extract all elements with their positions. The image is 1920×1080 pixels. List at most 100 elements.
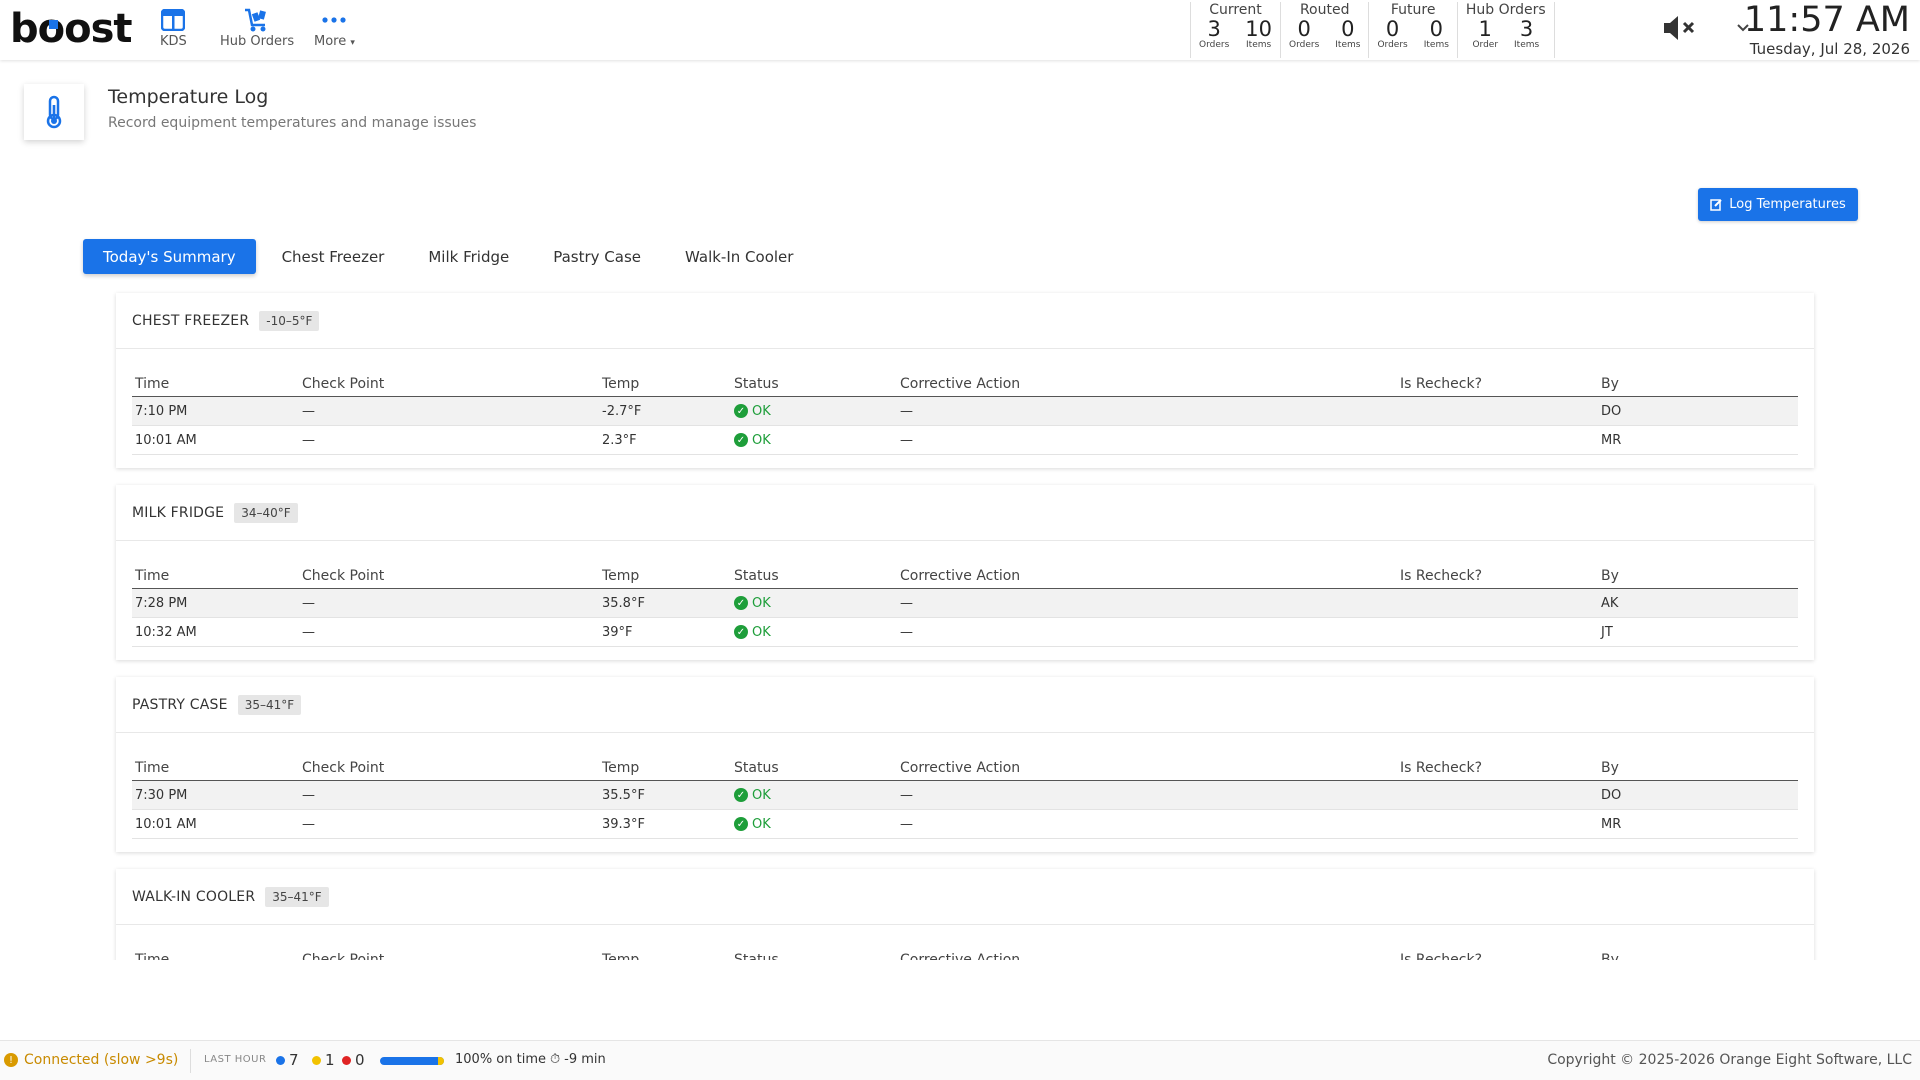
column-header: Corrective Action (900, 951, 1021, 961)
column-header: Time (135, 567, 170, 584)
nav-kds-label: KDS (160, 34, 187, 49)
thermometer-icon (46, 95, 62, 129)
cell-by: MR (1601, 432, 1622, 448)
stat-hub-orders[interactable]: Hub Orders 1 Order 3 Items (1456, 2, 1555, 58)
column-header: Corrective Action (900, 375, 1021, 392)
table-row[interactable]: 10:01 AM — 39.3°F ✓ OK — MR (132, 810, 1798, 839)
column-header: Status (734, 375, 779, 392)
count-value: 0 (355, 1051, 365, 1069)
column-header: Check Point (302, 759, 385, 776)
cell-by: DO (1601, 787, 1622, 803)
temperature-table: Time Check Point Temp Status Corrective … (132, 371, 1798, 455)
stat-value: 3 (1519, 17, 1534, 41)
cell-temp: 39°F (602, 624, 633, 640)
stat-routed[interactable]: Routed 0 Orders 0 Items (1280, 2, 1368, 58)
table-header: Time Check Point Temp Status Corrective … (132, 563, 1798, 589)
cell-by: AK (1601, 595, 1619, 611)
cell-by: DO (1601, 403, 1622, 419)
log-temperatures-button[interactable]: Log Temperatures (1698, 188, 1858, 221)
stat-label: Items (1514, 40, 1540, 50)
cell-time: 10:01 AM (135, 432, 197, 448)
stat-current[interactable]: Current 3 Orders 10 Items (1190, 2, 1280, 58)
table-row[interactable]: 7:30 PM — 35.5°F ✓ OK — DO (132, 781, 1798, 810)
check-circle-icon: ✓ (734, 788, 748, 802)
section-card: WALK-IN COOLER 35–41°F Time Check Point … (116, 869, 1814, 960)
check-circle-icon: ✓ (734, 404, 748, 418)
count-yellow: 1 (312, 1051, 335, 1069)
tab-pastry-case[interactable]: Pastry Case (531, 239, 663, 274)
equipment-tabs: Today's Summary Chest Freezer Milk Fridg… (83, 239, 815, 274)
column-header: Is Recheck? (1400, 759, 1483, 776)
temperature-table: Time Check Point Temp Status Corrective … (132, 755, 1798, 839)
copyright: Copyright © 2025-2026 Orange Eight Softw… (1547, 1052, 1912, 1068)
column-header: Status (734, 951, 779, 961)
cell-by: MR (1601, 816, 1622, 832)
edit-icon (1710, 199, 1722, 211)
range-badge: 34–40°F (234, 502, 298, 523)
nav-hub-orders[interactable]: Hub Orders (220, 6, 294, 49)
section-card: PASTRY CASE 35–41°F Time Check Point Tem… (116, 677, 1814, 852)
section-header: CHEST FREEZER -10–5°F (116, 293, 1814, 349)
nav-more[interactable]: More ▾ (314, 6, 355, 49)
stat-title: Hub Orders (1465, 2, 1546, 18)
status-ok: ✓ OK (734, 810, 771, 838)
column-header: Check Point (302, 567, 385, 584)
count-value: 7 (289, 1051, 299, 1069)
section-header: PASTRY CASE 35–41°F (116, 677, 1814, 733)
column-header: Corrective Action (900, 567, 1021, 584)
cell-temp: 35.8°F (602, 595, 645, 611)
tab-walk-in-cooler[interactable]: Walk-In Cooler (663, 239, 815, 274)
status-label: OK (752, 624, 771, 640)
table-row[interactable]: 7:10 PM — -2.7°F ✓ OK — DO (132, 397, 1798, 426)
column-header: Corrective Action (900, 759, 1021, 776)
check-circle-icon: ✓ (734, 625, 748, 639)
summary-content[interactable]: CHEST FREEZER -10–5°F Time Check Point T… (0, 288, 1920, 960)
section-title: MILK FRIDGE (132, 504, 225, 521)
status-label: OK (752, 816, 771, 832)
column-header: Temp (602, 567, 640, 584)
table-header: Time Check Point Temp Status Corrective … (132, 947, 1798, 961)
avg-time-value: -9 min (564, 1052, 606, 1067)
column-header: Time (135, 759, 170, 776)
section-title: WALK-IN COOLER (132, 888, 256, 905)
yellow-dot-icon (312, 1055, 321, 1065)
range-badge: 35–41°F (265, 886, 329, 907)
nav-hub-orders-label: Hub Orders (220, 34, 295, 49)
cell-action: — (900, 787, 913, 803)
progress-late-segment (437, 1057, 444, 1065)
more-icon (322, 6, 347, 34)
section-title: PASTRY CASE (132, 696, 228, 713)
stat-title: Routed (1299, 2, 1350, 18)
on-time-progress-bar (380, 1057, 444, 1065)
table-row[interactable]: 7:28 PM — 35.8°F ✓ OK — AK (132, 589, 1798, 618)
status-ok: ✓ OK (734, 397, 771, 425)
temperature-table: Time Check Point Temp Status Corrective … (132, 563, 1798, 647)
column-header: Time (135, 951, 170, 961)
column-header: Check Point (302, 951, 385, 961)
section-title: CHEST FREEZER (132, 312, 250, 329)
warning-icon: ! (4, 1053, 18, 1067)
kds-icon (161, 6, 186, 34)
table-row[interactable]: 10:01 AM — 2.3°F ✓ OK — MR (132, 426, 1798, 455)
stat-title: Current (1209, 2, 1262, 18)
column-header: Temp (602, 951, 640, 961)
log-temperatures-label: Log Temperatures (1729, 197, 1846, 212)
hub-orders-icon (243, 6, 271, 34)
connection-status[interactable]: ! Connected (slow >9s) (4, 1052, 178, 1068)
stat-value: 0 (1297, 17, 1311, 41)
status-label: OK (752, 595, 771, 611)
boost-logo[interactable]: boost (10, 6, 133, 52)
clock-date: Tuesday, Jul 28, 2026 (1749, 40, 1910, 58)
mute-toggle[interactable] (1662, 14, 1702, 49)
tab-chest-freezer[interactable]: Chest Freezer (260, 239, 407, 274)
nav-kds[interactable]: KDS (160, 6, 187, 49)
stat-label: Orders (1377, 40, 1408, 50)
tab-milk-fridge[interactable]: Milk Fridge (406, 239, 531, 274)
stat-future[interactable]: Future 0 Orders 0 Items (1368, 2, 1456, 58)
tab-todays-summary[interactable]: Today's Summary (83, 239, 256, 274)
cell-action: — (900, 816, 913, 832)
table-row[interactable]: 10:32 AM — 39°F ✓ OK — JT (132, 618, 1798, 647)
blue-dot-icon (276, 1055, 285, 1065)
column-header: Is Recheck? (1400, 567, 1483, 584)
cell-checkpoint: — (302, 403, 315, 419)
